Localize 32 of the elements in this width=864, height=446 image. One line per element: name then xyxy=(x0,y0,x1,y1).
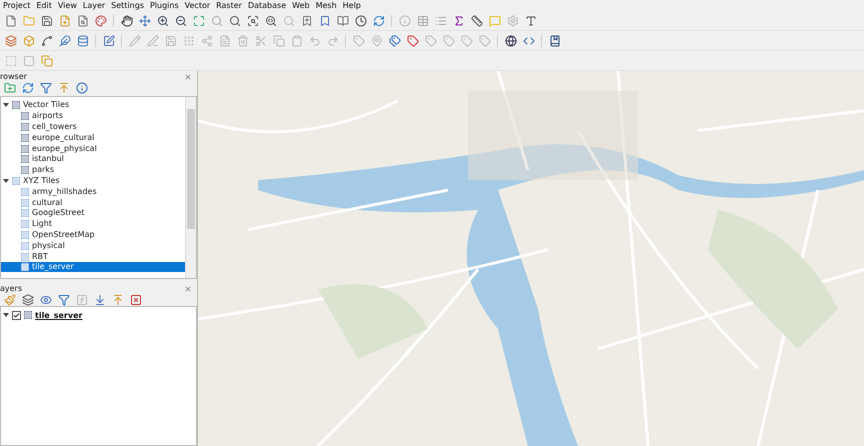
tree-item[interactable]: Vector Tiles xyxy=(23,100,72,110)
tree-item[interactable]: europe_physical xyxy=(32,144,99,154)
tree-item[interactable]: tile_server xyxy=(32,262,76,272)
tree-item[interactable]: OpenStreetMap xyxy=(32,230,97,240)
menu-item[interactable]: Plugins xyxy=(146,0,182,11)
tree-item[interactable]: cultural xyxy=(32,198,64,208)
menu-item[interactable]: View xyxy=(54,0,80,11)
tree-item[interactable]: RBT xyxy=(32,252,50,262)
menu-item[interactable]: Mesh xyxy=(312,0,340,11)
menu-item[interactable]: Project xyxy=(0,0,34,11)
tree-item[interactable]: europe_cultural xyxy=(32,132,96,143)
tree-item[interactable]: Light xyxy=(32,219,54,230)
tree-item[interactable]: istanbul xyxy=(32,154,66,164)
tree-item[interactable]: GoogleStreet xyxy=(32,208,87,218)
layer-name[interactable]: tile_server xyxy=(35,310,82,320)
menu-item[interactable]: Layer xyxy=(80,0,108,11)
menu-item[interactable]: Raster xyxy=(213,0,245,11)
menu-item[interactable]: Edit xyxy=(33,0,55,11)
tree-item[interactable]: airports xyxy=(32,111,65,122)
menu-item[interactable]: Vector xyxy=(182,0,214,11)
tree-item-highlight[interactable]: tile_server xyxy=(1,262,185,272)
menu-item[interactable]: Help xyxy=(340,0,364,11)
menu-item[interactable]: Web xyxy=(289,0,313,11)
panel-title: ayers xyxy=(0,284,22,293)
panel-title: rowser xyxy=(0,72,27,81)
tree-item[interactable]: army_hillshades xyxy=(32,186,99,197)
tree-item[interactable]: cell_towers xyxy=(32,122,79,132)
tree-item[interactable]: physical xyxy=(32,240,67,251)
menu-item[interactable]: Settings xyxy=(108,0,147,11)
tree-item[interactable]: XYZ Tiles xyxy=(23,176,62,186)
menu-item[interactable]: Database xyxy=(244,0,290,11)
tree-item[interactable]: parks xyxy=(32,165,56,176)
